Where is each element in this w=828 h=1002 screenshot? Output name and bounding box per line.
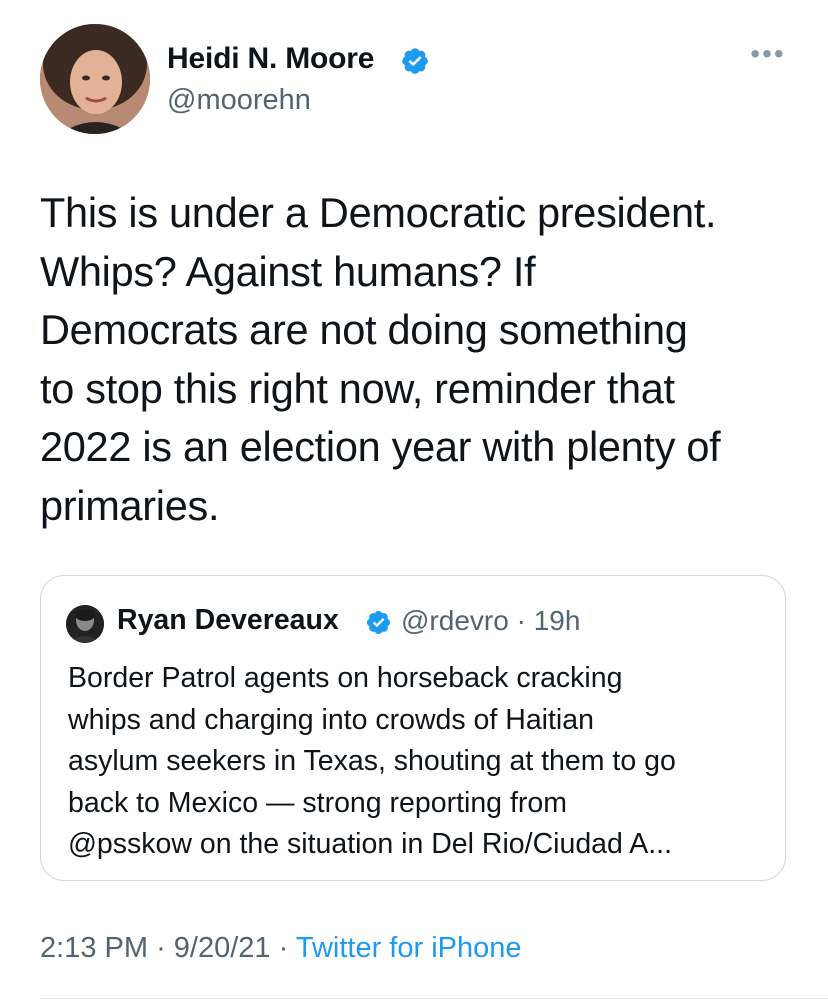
quoted-author-display-name: Ryan Devereaux	[117, 604, 339, 636]
footer-separator: ·	[278, 932, 289, 964]
quoted-text-line: Border Patrol agents on horseback cracki…	[68, 662, 623, 694]
tweet-text-line: Democrats are not doing something	[40, 306, 688, 354]
more-options-icon[interactable]: •••	[748, 40, 788, 68]
quoted-handle: @rdevro	[401, 605, 509, 636]
divider	[40, 998, 828, 999]
tweet-text-line: primaries.	[40, 481, 220, 529]
tweet-text-line: 2022 is an election year with plenty of	[40, 423, 721, 471]
author-handle[interactable]: @moorehn	[167, 84, 311, 117]
verified-badge-icon	[366, 610, 391, 635]
tweet-footer: 2:13 PM · 9/20/21 · Twitter for iPhone	[40, 932, 522, 965]
quoted-author-avatar	[66, 605, 104, 643]
tweet-date[interactable]: 9/20/21	[174, 932, 271, 964]
quoted-text-line: asylum seekers in Texas, shouting at the…	[68, 745, 676, 777]
quoted-meta: @rdevro · 19h	[401, 605, 580, 637]
quoted-time: 19h	[533, 605, 581, 636]
quoted-text-line: @psskow on the situation in Del Rio/Ciud…	[68, 828, 672, 860]
quoted-tweet-text: Border Patrol agents on horseback cracki…	[68, 658, 768, 866]
tweet: Heidi N. Moore @moorehn ••• This is unde…	[0, 0, 828, 1002]
tweet-source-link[interactable]: Twitter for iPhone	[296, 932, 522, 964]
meta-separator: ·	[516, 605, 526, 636]
footer-separator: ·	[156, 932, 166, 964]
tweet-text-line: Whips? Against humans? If	[40, 247, 536, 295]
tweet-text-line: to stop this right now, reminder that	[40, 364, 675, 412]
author-display-name[interactable]: Heidi N. Moore	[167, 42, 374, 76]
tweet-text: This is under a Democratic president. Wh…	[40, 184, 800, 536]
tweet-timestamp[interactable]: 2:13 PM	[40, 932, 148, 964]
verified-badge-icon	[402, 48, 428, 74]
quoted-text-line: whips and charging into crowds of Haitia…	[68, 703, 594, 736]
quoted-text-line: back to Mexico — strong reporting from	[68, 786, 567, 819]
author-avatar[interactable]	[40, 24, 150, 134]
tweet-text-line: This is under a Democratic president.	[40, 189, 717, 236]
